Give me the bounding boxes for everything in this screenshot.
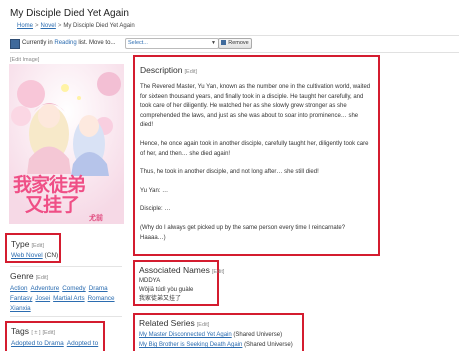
move-to-list-select[interactable]: Select... ▼ [125, 38, 219, 49]
reading-suffix: list. Move to... [78, 40, 116, 46]
tags-title: Tags [11, 326, 29, 336]
reading-prefix: Currently in [22, 40, 53, 46]
tags-expand-toggle[interactable]: [ ± ] [31, 330, 40, 336]
description-paragraph: The Revered Master, Yu Yan, known as the… [140, 84, 371, 129]
tag-link[interactable]: Adopted to [67, 340, 98, 347]
remove-icon [221, 40, 227, 45]
cover-title-line2: 又挂了 [25, 195, 80, 216]
genre-link[interactable]: Martial Arts [53, 295, 85, 302]
type-title: Type [11, 239, 30, 249]
type-link[interactable]: Web Novel [11, 252, 43, 259]
associated-names-title: Associated Names [139, 265, 210, 275]
cover-title-line1: 我家徒弟 [13, 175, 86, 196]
associated-names-list: MDDYA Wǒjiā túdì yòu guàle 我家徒弟又挂了 [139, 277, 217, 304]
description-paragraph: (Why do I always get picked up by the sa… [140, 224, 346, 241]
description-title: Description [140, 65, 183, 75]
breadcrumb-current: My Disciple Died Yet Again [63, 23, 135, 29]
divider [10, 266, 122, 267]
description-paragraph: Disciple: … [140, 206, 171, 213]
tags-panel: Tags [ ± ] [Edit] Adopted to Drama Adopted… [5, 321, 105, 351]
genre-edit-link[interactable]: [Edit] [36, 275, 49, 281]
description-edit-link[interactable]: [Edit] [185, 69, 198, 75]
breadcrumb-separator: > [57, 23, 62, 29]
page-title: My Disciple Died Yet Again [10, 8, 129, 19]
type-origin: (CN) [44, 252, 59, 259]
cover-image: 我家徒弟 又挂了 尤前 [9, 64, 124, 224]
type-panel: Type [Edit] Web Novel (CN) [5, 233, 61, 263]
genre-link[interactable]: Action [10, 285, 28, 292]
breadcrumb-separator: > [35, 23, 39, 29]
reading-list-link[interactable]: Reading [54, 40, 76, 46]
related-series-item: My Big Brother is Seeking Death Again (S… [139, 340, 302, 350]
description-paragraph: Yu Yan: … [140, 187, 169, 194]
related-series-title: Related Series [139, 318, 195, 328]
description-panel: Description [Edit] The Revered Master, Yu… [133, 55, 380, 256]
description-paragraph: Hence, he once again took in another dis… [140, 140, 369, 157]
associated-names-panel: Associated Names [Edit] MDDYA Wǒjiā túdì … [133, 260, 224, 306]
cover-title: 我家徒弟 又挂了 [13, 175, 86, 216]
related-series-item: My Master Disconnected Yet Again (Shared… [139, 330, 302, 340]
description-heading: Description [Edit] [140, 65, 372, 75]
genre-title: Genre [10, 271, 34, 281]
tag-link[interactable]: Adopted to Drama [11, 340, 64, 347]
genre-section: Genre [Edit] Action Adventure Comedy Drama F… [10, 271, 122, 314]
type-edit-link[interactable]: [Edit] [31, 243, 44, 249]
chevron-down-icon: ▼ [211, 40, 216, 46]
related-series-edit-link[interactable]: [Edit] [197, 322, 210, 328]
associated-name: MDDYA [139, 278, 161, 284]
divider [10, 316, 122, 317]
genre-link[interactable]: Romance [88, 295, 115, 302]
tags-list: Adopted to Drama Adopted to [11, 339, 103, 349]
breadcrumb-home[interactable]: Home [17, 23, 33, 29]
related-series-list: My Master Disconnected Yet Again (Shared… [139, 330, 302, 350]
cover-author: 尤前 [89, 215, 103, 222]
tags-edit-link[interactable]: [Edit] [42, 330, 55, 336]
related-series-panel: Related Series [Edit] My Master Disconnec… [133, 313, 304, 351]
reading-status-text: Currently in Reading list. Move to... [22, 40, 115, 46]
related-series-note: (Shared Universe) [244, 342, 293, 348]
associated-name: Wǒjiā túdì yòu guàle [139, 287, 194, 293]
related-series-link[interactable]: My Big Brother is Seeking Death Again [139, 342, 242, 348]
genre-link[interactable]: Comedy [62, 285, 85, 292]
reading-list-bar: Currently in Reading list. Move to... Se… [10, 35, 459, 53]
associated-names-edit-link[interactable]: [Edit] [212, 269, 225, 275]
genre-link[interactable]: Drama [89, 285, 108, 292]
type-value: Web Novel (CN) [11, 251, 59, 261]
genre-link[interactable]: Adventure [31, 285, 60, 292]
related-series-note: (Shared Universe) [233, 332, 283, 338]
genre-heading: Genre [Edit] [10, 271, 122, 281]
related-series-heading: Related Series [Edit] [139, 318, 302, 328]
genre-list: Action Adventure Comedy Drama Fantasy Josei M… [10, 284, 122, 314]
breadcrumb: Home > Novel > My Disciple Died Yet Again [17, 23, 135, 29]
associated-names-heading: Associated Names [Edit] [139, 265, 224, 275]
tags-heading: Tags [ ± ] [Edit] [11, 326, 103, 336]
select-value: Select... [128, 40, 148, 46]
genre-link[interactable]: Fantasy [10, 295, 32, 302]
genre-link[interactable]: Josei [35, 295, 50, 302]
type-heading: Type [Edit] [11, 239, 59, 249]
remove-label: Remove [228, 40, 249, 46]
associated-name: 我家徒弟又挂了 [139, 296, 182, 302]
description-paragraph: Thus, he took in another disciple, and n… [140, 169, 319, 176]
edit-image-link[interactable]: [Edit Image] [10, 57, 39, 63]
breadcrumb-novel[interactable]: Novel [41, 23, 56, 29]
bookmark-icon [10, 39, 20, 49]
genre-link[interactable]: Xianxia [10, 305, 31, 312]
remove-button[interactable]: Remove [218, 38, 252, 49]
related-series-link[interactable]: My Master Disconnected Yet Again [139, 332, 232, 338]
